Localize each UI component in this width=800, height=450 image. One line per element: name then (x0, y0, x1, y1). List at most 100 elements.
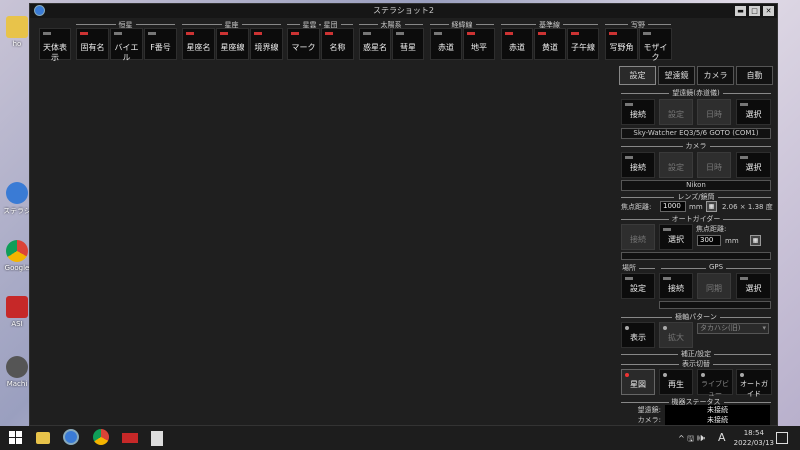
proper-name-button[interactable]: 固有名 (76, 28, 109, 60)
toolbar: 天体表示 恒星 固有名 バイエル F番号 星座 星座名 星座線 境界線 星雲・星… (30, 18, 777, 62)
field-angle-button[interactable]: 写野角 (605, 28, 638, 60)
camera-settings-button[interactable]: 設定 (659, 152, 693, 178)
desktop-folder[interactable]: ho (2, 16, 32, 48)
planet-name-button[interactable]: 惑星名 (359, 28, 391, 60)
clock[interactable]: 18:54 2022/03/13 (734, 428, 774, 448)
calculator-icon[interactable]: ▦ (706, 201, 717, 212)
gps-sync-button[interactable]: 同期 (697, 273, 731, 299)
horizontal-grid-button[interactable]: 地平 (463, 28, 495, 60)
app-window: ステラショット2 ▬ □ ✕ 天体表示 恒星 固有名 バイエル F番号 星座 星… (29, 3, 778, 426)
live-view-button[interactable]: ライブビュー (697, 369, 733, 398)
camera-section-title: カメラ (619, 141, 773, 151)
location-section-title: 場所 (619, 263, 657, 273)
stellashot-icon (6, 182, 28, 204)
tab-telescope[interactable]: 望遠鏡 (658, 66, 695, 85)
telescope-connect-button[interactable]: 接続 (621, 99, 655, 125)
gps-device-name (659, 301, 771, 309)
camera-connect-button[interactable]: 接続 (621, 152, 655, 178)
meridian-line-button[interactable]: 子午線 (567, 28, 599, 60)
polar-section-title: 極軸パターン (619, 312, 773, 322)
playback-button[interactable]: 再生 (659, 369, 693, 395)
group-solar-system: 太陽系 惑星名 彗星 (357, 18, 425, 62)
chrome-icon (6, 240, 28, 262)
calculator-icon[interactable] (151, 431, 163, 446)
tab-auto[interactable]: 自動 (736, 66, 773, 85)
asi-taskbar-icon[interactable] (122, 433, 138, 443)
desktop-asi[interactable]: ASI (2, 296, 32, 328)
bayer-button[interactable]: バイエル (110, 28, 143, 62)
camera-time-button[interactable]: 日時 (697, 152, 731, 178)
gps-section-title: GPS (659, 263, 773, 271)
telescope-settings-button[interactable]: 設定 (659, 99, 693, 125)
flamsteed-button[interactable]: F番号 (144, 28, 177, 60)
polar-pattern-select[interactable]: タカハシ(旧) ▾ (697, 323, 769, 334)
lens-focal-input[interactable]: 1000 (660, 201, 686, 212)
autoguider-focal-input[interactable]: 300 (697, 235, 721, 246)
control-panel: 設定 望遠鏡 カメラ 自動 望遠鏡(赤道儀) 接続 設定 日時 選択 Sky-W… (619, 66, 773, 425)
group-stars: 恒星 固有名 バイエル F番号 (74, 18, 177, 62)
desktop-machine[interactable]: Machi (2, 356, 32, 388)
constellation-name-button[interactable]: 星座名 (182, 28, 215, 60)
group-grid-lines: 経緯線 赤道 地平 (428, 18, 496, 62)
file-explorer-icon[interactable] (36, 432, 50, 444)
location-settings-button[interactable]: 設定 (621, 273, 655, 299)
desktop-chrome[interactable]: Google (2, 240, 32, 272)
mosaic-button[interactable]: モザイク (639, 28, 672, 62)
autoguider-connect-button[interactable]: 接続 (621, 224, 655, 250)
minimize-button[interactable]: ▬ (735, 6, 746, 16)
nebula-name-button[interactable]: 名称 (321, 28, 354, 60)
polar-zoom-button[interactable]: 拡大 (659, 322, 693, 348)
group-constellations: 星座 星座名 星座線 境界線 (180, 18, 283, 62)
gps-connect-button[interactable]: 接続 (659, 273, 693, 299)
equatorial-grid-button[interactable]: 赤道 (430, 28, 462, 60)
autoguider-section-title: オートガイダー (619, 214, 773, 224)
display-section-title: 表示切替 (619, 359, 773, 369)
equator-line-button[interactable]: 赤道 (501, 28, 533, 60)
nebula-mark-button[interactable]: マーク (287, 28, 320, 60)
calculator-icon[interactable]: ▦ (750, 235, 761, 246)
gps-select-button[interactable]: 選択 (736, 273, 771, 299)
gear-icon (6, 356, 28, 378)
autoguider-select-button[interactable]: 選択 (659, 224, 693, 250)
maximize-button[interactable]: □ (749, 6, 760, 16)
chrome-icon[interactable] (93, 429, 109, 445)
chevron-down-icon: ▾ (762, 324, 766, 332)
autoguider-device-name (621, 252, 771, 260)
telescope-select-button[interactable]: 選択 (736, 99, 771, 125)
autoguider-focal-unit: mm (725, 237, 739, 245)
title-bar[interactable]: ステラショット2 ▬ □ ✕ (30, 4, 777, 18)
taskbar: ^ 🖫 🕪 A 18:54 2022/03/13 (0, 426, 800, 450)
lens-section-title: レンズ/鏡筒 (619, 192, 773, 202)
window-title: ステラショット2 (373, 6, 434, 15)
group-reference-lines: 基準線 赤道 黄道 子午線 (499, 18, 600, 62)
camera-device-name: Nikon (621, 180, 771, 191)
close-button[interactable]: ✕ (763, 6, 774, 16)
ecliptic-line-button[interactable]: 黄道 (534, 28, 566, 60)
autoguide-view-button[interactable]: オートガイド (736, 369, 772, 398)
desktop-stellashot[interactable]: ステラシ (2, 182, 32, 216)
tab-camera[interactable]: カメラ (697, 66, 734, 85)
tab-settings[interactable]: 設定 (619, 66, 656, 85)
folder-icon (6, 16, 28, 38)
tray-icons[interactable]: ^ 🖫 🕪 (678, 433, 705, 447)
constellation-line-button[interactable]: 星座線 (216, 28, 249, 60)
toggle-object-display-button[interactable]: 天体表示 (39, 28, 71, 62)
star-map-button[interactable]: 星図 (621, 369, 655, 395)
telescope-section-title: 望遠鏡(赤道儀) (619, 88, 773, 98)
lens-focal-unit: mm (689, 203, 703, 211)
lens-fov-readout: 2.06 × 1.38 度 (722, 203, 773, 211)
autoguider-focal-label: 焦点距離: (696, 225, 727, 233)
stellashot-taskbar-icon[interactable] (63, 429, 79, 445)
telescope-time-button[interactable]: 日時 (697, 99, 731, 125)
correction-section-title: 補正/設定 (619, 349, 773, 359)
telescope-device-name: Sky-Watcher EQ3/5/6 GOTO (COM1) (621, 128, 771, 139)
telescope-status-row: 望遠鏡: 未接続 (619, 405, 773, 415)
windows-start-icon[interactable] (7, 429, 25, 447)
polar-show-button[interactable]: 表示 (621, 322, 655, 348)
camera-select-button[interactable]: 選択 (736, 152, 771, 178)
boundary-line-button[interactable]: 境界線 (250, 28, 283, 60)
comet-button[interactable]: 彗星 (392, 28, 424, 60)
ime-indicator[interactable]: A (718, 431, 726, 444)
notification-icon[interactable] (776, 432, 788, 444)
group-nebulae: 星雲・星団 マーク 名称 (285, 18, 355, 62)
